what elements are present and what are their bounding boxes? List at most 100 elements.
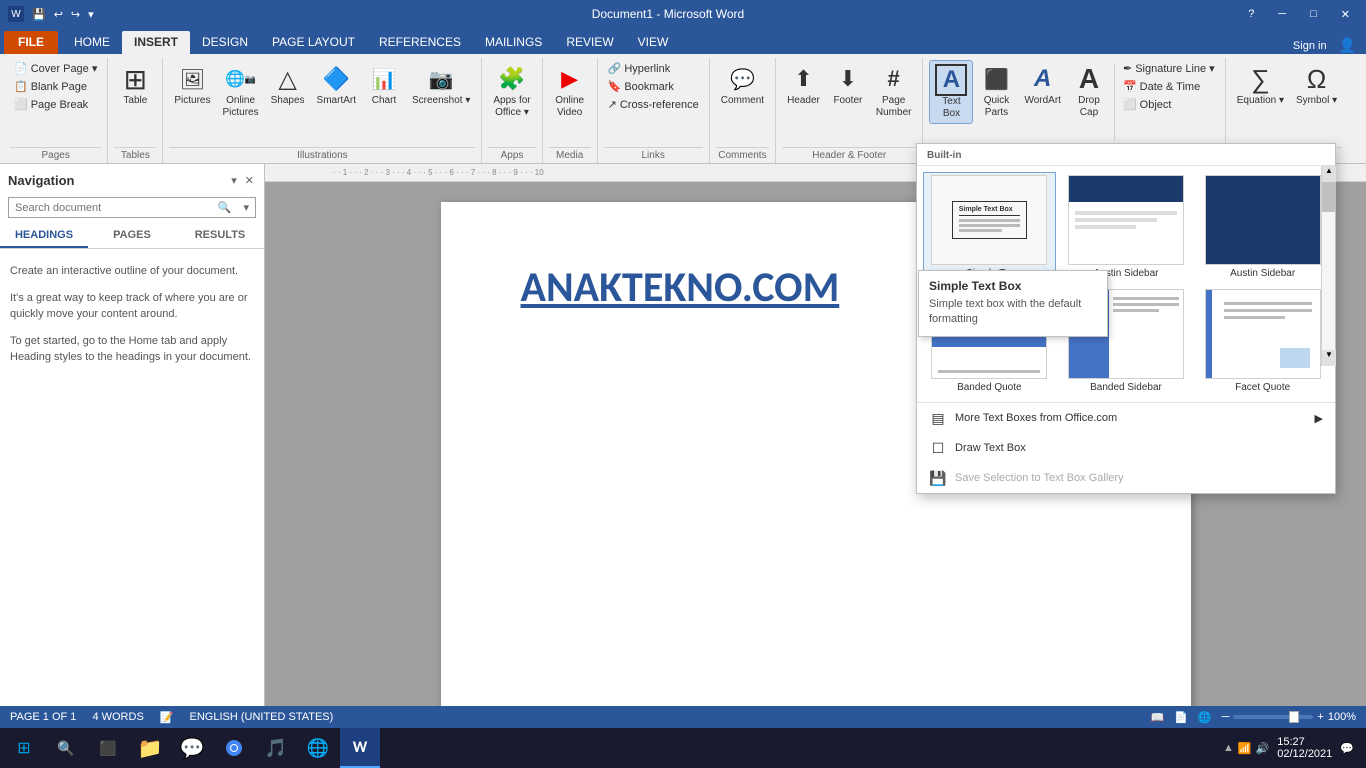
nav-tab-results[interactable]: RESULTS: [176, 224, 264, 248]
quick-access-toolbar: 💾 ↩ ↪ ▾: [30, 6, 96, 23]
hyperlink-button[interactable]: 🔗 Hyperlink: [604, 60, 703, 77]
dropdown-scrollbar[interactable]: ▲ ▼: [1321, 166, 1335, 366]
zoom-control[interactable]: ─ + 100%: [1222, 711, 1356, 723]
minimize-btn[interactable]: ─: [1270, 8, 1294, 20]
equation-button[interactable]: ∑ Equation ▾: [1232, 60, 1289, 110]
media-player-button[interactable]: 🎵: [256, 728, 296, 768]
drop-cap-button[interactable]: A DropCap: [1068, 60, 1110, 122]
links-label: Links: [604, 147, 703, 163]
smartart-button[interactable]: 🔷 SmartArt: [312, 60, 361, 110]
table-button[interactable]: ⊞ Table: [114, 60, 156, 110]
search-input[interactable]: [9, 199, 212, 217]
zoom-in-btn[interactable]: +: [1317, 711, 1323, 723]
chart-button[interactable]: 📊 Chart: [363, 60, 405, 110]
facet-quote-item[interactable]: Facet Quote: [1196, 286, 1329, 396]
online-pictures-button[interactable]: 🌐📷 OnlinePictures: [218, 60, 264, 122]
tab-references[interactable]: REFERENCES: [367, 31, 473, 54]
search-dropdown-btn[interactable]: ▾: [237, 198, 255, 217]
more-text-boxes-action[interactable]: ▤ More Text Boxes from Office.com ▶: [917, 403, 1335, 433]
draw-text-box-action[interactable]: ☐ Draw Text Box: [917, 433, 1335, 463]
tab-page-layout[interactable]: PAGE LAYOUT: [260, 31, 367, 54]
apps-for-office-icon: 🧩: [496, 63, 528, 95]
browser-button[interactable]: 🌐: [298, 728, 338, 768]
quick-parts-button[interactable]: ⬛ QuickParts: [975, 60, 1017, 122]
undo-btn[interactable]: ↩: [52, 6, 65, 23]
maximize-btn[interactable]: □: [1302, 8, 1325, 20]
cross-reference-button[interactable]: ↗ Cross-reference: [604, 96, 703, 113]
redo-btn[interactable]: ↪: [69, 6, 82, 23]
date-time-button[interactable]: 📅 Date & Time: [1119, 78, 1219, 95]
save-btn[interactable]: 💾: [30, 6, 48, 23]
customize-btn[interactable]: ▾: [86, 6, 96, 23]
user-icon[interactable]: 👤: [1339, 37, 1356, 54]
page-break-button[interactable]: ⬜ Page Break: [10, 96, 101, 113]
tab-view[interactable]: VIEW: [626, 31, 681, 54]
page-number-button[interactable]: # PageNumber: [871, 60, 917, 122]
print-layout-icon[interactable]: 📄: [1174, 711, 1188, 724]
shapes-icon: △: [272, 63, 304, 95]
word-count: 4 WORDS: [92, 711, 143, 724]
word-button[interactable]: W: [340, 728, 380, 768]
apps-for-office-button[interactable]: 🧩 Apps forOffice ▾: [488, 60, 535, 122]
tab-insert[interactable]: INSERT: [122, 31, 190, 54]
task-view-button[interactable]: ⬛: [88, 728, 128, 768]
tab-design[interactable]: DESIGN: [190, 31, 260, 54]
scroll-up-btn[interactable]: ▲: [1322, 166, 1336, 182]
symbol-icon: Ω: [1301, 63, 1333, 95]
notification-icon[interactable]: 💬: [1340, 742, 1354, 755]
nav-tab-pages[interactable]: PAGES: [88, 224, 176, 248]
whatsapp-button[interactable]: 💬: [172, 728, 212, 768]
sign-in-link[interactable]: Sign in: [1293, 40, 1327, 52]
read-mode-icon[interactable]: 📖: [1151, 711, 1165, 724]
zoom-out-btn[interactable]: ─: [1222, 711, 1230, 723]
nav-tab-headings[interactable]: HEADINGS: [0, 224, 88, 248]
tab-home[interactable]: HOME: [62, 31, 122, 54]
text-box-button[interactable]: A TextBox: [929, 60, 973, 124]
bookmark-button[interactable]: 🔖 Bookmark: [604, 78, 703, 95]
zoom-slider[interactable]: [1233, 715, 1313, 719]
austin-sidebar-thumb: [1068, 175, 1184, 265]
object-button[interactable]: ⬜ Object: [1119, 96, 1219, 113]
pictures-button[interactable]: 🖼 Pictures: [169, 60, 215, 110]
illustrations-label: Illustrations: [169, 147, 475, 163]
chrome-button[interactable]: [214, 728, 254, 768]
tab-mailings[interactable]: MAILINGS: [473, 31, 554, 54]
online-video-button[interactable]: ▶ OnlineVideo: [549, 60, 591, 122]
text-buttons: A TextBox ⬛ QuickParts A WordArt A DropC…: [929, 58, 1218, 147]
wordart-button[interactable]: A WordArt: [1019, 60, 1066, 110]
textbox-item-3[interactable]: Austin Sidebar: [1196, 172, 1329, 282]
austin-sidebar-item[interactable]: Austin Sidebar: [1060, 172, 1193, 282]
search-button[interactable]: 🔍: [46, 728, 86, 768]
nav-close-btn[interactable]: ✕: [243, 172, 256, 189]
page-number-label: PageNumber: [876, 95, 912, 119]
save-to-gallery-action: 💾 Save Selection to Text Box Gallery: [917, 463, 1335, 493]
cover-page-button[interactable]: 📄 Cover Page ▾: [10, 60, 101, 77]
comment-button[interactable]: 💬 Comment: [716, 60, 769, 110]
screenshot-button[interactable]: 📷 Screenshot ▾: [407, 60, 475, 110]
clock[interactable]: 15:27 02/12/2021: [1277, 736, 1332, 760]
help-btn[interactable]: ?: [1240, 8, 1262, 20]
scroll-thumb[interactable]: [1322, 182, 1336, 212]
tray-arrow[interactable]: ▲: [1223, 742, 1234, 754]
web-layout-icon[interactable]: 🌐: [1198, 711, 1212, 724]
blank-page-button[interactable]: 📋 Blank Page: [10, 78, 101, 95]
simple-text-box-item[interactable]: Simple Text Box Simple T... Simple Text …: [923, 172, 1056, 282]
scroll-down-btn[interactable]: ▼: [1322, 350, 1336, 366]
file-explorer-button[interactable]: 📁: [130, 728, 170, 768]
start-button[interactable]: ⊞: [4, 728, 44, 768]
footer-button[interactable]: ⬇ Footer: [827, 60, 869, 110]
shapes-button[interactable]: △ Shapes: [266, 60, 310, 110]
search-button[interactable]: 🔍: [212, 198, 238, 217]
taskbar: ⊞ 🔍 ⬛ 📁 💬 🎵 🌐 W ▲ 📶 🔊 15:27 02/12/2021 💬: [0, 728, 1366, 768]
tab-file[interactable]: FILE: [4, 31, 58, 54]
header-button[interactable]: ⬆ Header: [782, 60, 825, 110]
close-btn[interactable]: ✕: [1333, 8, 1358, 21]
textbox-dropdown-panel: Built-in Simple Text Box Simple T... Si: [916, 143, 1336, 494]
nav-menu-btn[interactable]: ▾: [229, 172, 239, 189]
apps-label: Apps: [488, 147, 535, 163]
page-number-icon: #: [878, 63, 910, 95]
tab-review[interactable]: REVIEW: [554, 31, 625, 54]
symbol-button[interactable]: Ω Symbol ▾: [1291, 60, 1342, 110]
signature-line-button[interactable]: ✒ Signature Line ▾: [1119, 60, 1219, 77]
nav-text-2: It's a great way to keep track of where …: [10, 290, 254, 323]
